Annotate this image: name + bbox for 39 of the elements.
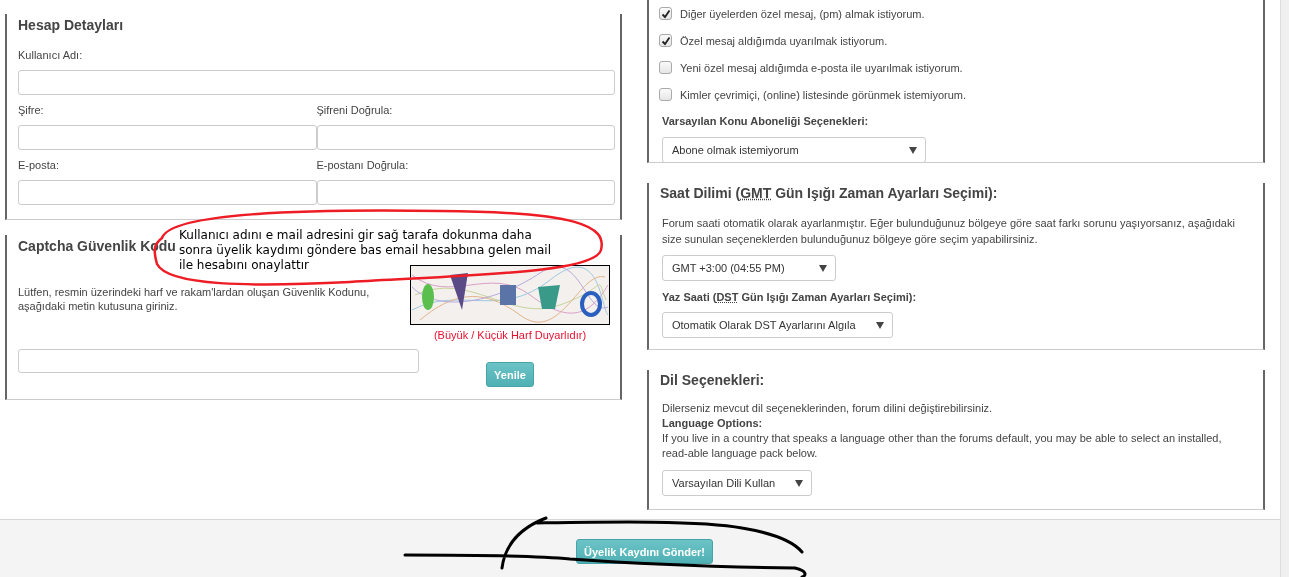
checkbox-label: Diğer üyelerden özel mesaj, (pm) almak istiyorum. (680, 7, 925, 20)
field-label: E-posta: (18, 158, 60, 172)
section-title: Saat Dilimi (GMT Gün Işığı Zaman Ayarları Seçimi): (659, 184, 998, 203)
checkbox-label: Yeni özel mesaj aldığımda e-posta ile uyarılmak istiyorum. (680, 61, 963, 74)
section-title: Dil Seçenekleri: (659, 371, 765, 390)
checkbox[interactable] (659, 61, 672, 74)
checkbox[interactable] (659, 88, 672, 101)
annotation-note: Kullanıcı adını e mail adresini gir sağ tarafa dokunma daha sonra üyelik kaydımı göndere bas email hesabbına gelen mail ile hesabını onaylattır (179, 228, 552, 273)
help-text: If you live in a country that speaks a language other than the forums default, you may be able to select an installed, read-able language pack below. (662, 431, 1223, 461)
caret-icon (818, 264, 827, 272)
dropdown[interactable]: Abone olmak istemiyorum (662, 137, 926, 163)
dropdown[interactable]: GMT +3:00 (04:55 PM) (662, 255, 836, 281)
input-field[interactable] (316, 180, 615, 205)
description-text: Forum saati otomatik olarak ayarlanmıştır. Eğer bulunduğunuz bölgeye göre saat farkı sorunu yaşıyorsanız, aşağıdaki size sunulan seçeneklerden bulunduğunuz bölgeye göre seçim yapabilirsiniz. (662, 216, 1236, 247)
dropdown[interactable]: Otomatik Olarak DST Ayarlarını Algıla (662, 312, 893, 338)
instructions-text: Lütfen, resmin üzerindeki harf ve rakam'lardan oluşan Güvenlik Kodunu, aşağıdaki metin kutusuna giriniz. (18, 285, 371, 313)
field-label: E-postanı Doğrula: (316, 158, 410, 172)
section-title: Hesap Detayları (18, 16, 124, 35)
checkbox[interactable] (659, 34, 672, 47)
description-text: Dilerseniz mevcut dil seçeneklerinden, forum dilini değiştirebilirsiniz. (662, 401, 994, 416)
field-label: Yaz Saati (DST Gün Işığı Zaman Ayarları Seçimi): (662, 290, 918, 304)
case-sensitive-note: (Büyük / Küçük Harf Duyarlıdır) (433, 328, 587, 342)
checkbox-label: Kimler çevrimiçi, (online) listesinde görünmek istemiyorum. (680, 88, 967, 101)
input-field[interactable] (316, 125, 615, 150)
field-label: Kullanıcı Adı: (18, 48, 84, 62)
checkbox-label: Özel mesaj aldığımda uyarılmak istiyorum. (680, 34, 888, 47)
input-field[interactable] (18, 349, 419, 373)
caret-icon (875, 321, 884, 329)
input-field[interactable] (18, 180, 317, 205)
checkbox[interactable] (659, 7, 672, 20)
field-label: Şifreni Doğrula: (316, 103, 394, 117)
input-field[interactable] (18, 70, 615, 95)
dropdown[interactable]: Varsayılan Dili Kullan (662, 470, 813, 496)
field-label: Varsayılan Konu Aboneliği Seçenekleri: (662, 114, 870, 128)
caret-icon (908, 146, 917, 154)
subheading: Language Options: (662, 416, 764, 431)
caret-icon (795, 479, 804, 487)
input-field[interactable] (18, 125, 317, 150)
field-label: Şifre: (18, 103, 45, 117)
